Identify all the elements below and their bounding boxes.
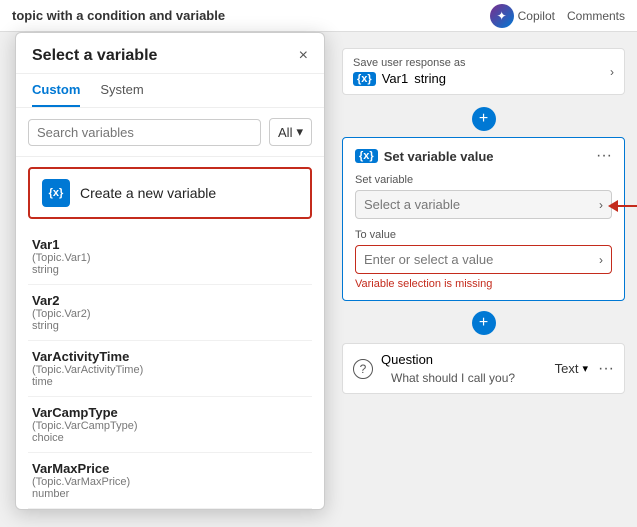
panel-tabs: Custom System (16, 74, 324, 108)
error-message: Variable selection is missing (355, 278, 612, 290)
create-variable-icon: {x} (42, 179, 70, 207)
var-topic: (Topic.Var1) (32, 252, 308, 264)
enter-value-placeholder: Enter or select a value (364, 252, 493, 267)
var-name: VarMaxPrice (32, 461, 308, 476)
page-title: topic with a condition and variable (12, 8, 225, 23)
copilot-label: Copilot (518, 9, 555, 23)
add-connector-button-2[interactable]: + (472, 311, 496, 335)
tab-custom[interactable]: Custom (32, 74, 80, 107)
set-var-badge: {x} (355, 149, 378, 163)
add-connector-button[interactable]: + (472, 107, 496, 131)
panel-search-row: All ▾ (16, 108, 324, 157)
question-icon: ? (353, 359, 373, 379)
var-name: VarCampType (32, 405, 308, 420)
save-response-card[interactable]: Save user response as {x} Var1 string › (342, 48, 625, 95)
card-menu-button[interactable]: ··· (596, 148, 612, 164)
var-type: string (32, 320, 308, 332)
question-content: Question What should I call you? (381, 352, 515, 385)
copilot-icon: ✦ (490, 4, 514, 28)
variable-list: Var1 (Topic.Var1) string Var2 (Topic.Var… (16, 229, 324, 509)
var-topic: (Topic.VarCampType) (32, 420, 308, 432)
var-type: choice (32, 432, 308, 444)
search-input[interactable] (28, 119, 261, 146)
chevron-right-icon: › (610, 65, 614, 79)
set-variable-card: {x} Set variable value ··· Set variable … (342, 137, 625, 301)
list-item[interactable]: VarActivityTime (Topic.VarActivityTime) … (28, 341, 312, 397)
var-topic: (Topic.Var2) (32, 308, 308, 320)
create-new-variable-label: Create a new variable (80, 185, 216, 201)
question-menu-button[interactable]: ··· (598, 361, 614, 377)
var-type: string (32, 264, 308, 276)
select-variable-field[interactable]: Select a variable › (355, 190, 612, 219)
list-item[interactable]: VarMaxPrice (Topic.VarMaxPrice) number (28, 453, 312, 509)
select-variable-panel: Select a variable × Custom System All ▾ … (15, 32, 325, 510)
question-type: Text (555, 361, 579, 376)
var-badge: {x} (353, 72, 376, 86)
question-card[interactable]: ? Question What should I call you? Text … (342, 343, 625, 394)
panel-header: Select a variable × (16, 33, 324, 74)
tab-system[interactable]: System (100, 74, 143, 107)
question-left: ? Question What should I call you? (353, 352, 515, 385)
var1-name: Var1 (382, 71, 409, 86)
enter-value-field[interactable]: Enter or select a value › (355, 245, 612, 274)
top-bar-actions: ✦ Copilot Comments (490, 4, 625, 28)
filter-dropdown[interactable]: All ▾ (269, 118, 312, 146)
create-new-variable-button[interactable]: {x} Create a new variable (28, 167, 312, 219)
set-variable-card-title: {x} Set variable value (355, 149, 494, 164)
list-item[interactable]: Var1 (Topic.Var1) string (28, 229, 312, 285)
var-name: Var1 (32, 237, 308, 252)
right-panel: Save user response as {x} Var1 string › … (330, 32, 637, 527)
set-variable-card-header: {x} Set variable value ··· (355, 148, 612, 164)
var-name: Var2 (32, 293, 308, 308)
var-name: VarActivityTime (32, 349, 308, 364)
top-bar: topic with a condition and variable ✦ Co… (0, 0, 637, 32)
select-variable-placeholder: Select a variable (364, 197, 460, 212)
var-type: number (32, 488, 308, 500)
filter-chevron-icon: ▾ (296, 124, 303, 140)
question-right: Text ▾ ··· (555, 361, 614, 377)
red-arrow-indicator (608, 192, 637, 220)
var-type: time (32, 376, 308, 388)
copilot-button[interactable]: ✦ Copilot (490, 4, 555, 28)
list-item[interactable]: Var2 (Topic.Var2) string (28, 285, 312, 341)
question-type-chevron: ▾ (582, 362, 588, 375)
var-topic: (Topic.VarActivityTime) (32, 364, 308, 376)
var1-type: string (414, 71, 446, 86)
var-topic: (Topic.VarMaxPrice) (32, 476, 308, 488)
to-value-label: To value (355, 229, 612, 241)
save-response-label: Save user response as (353, 57, 466, 69)
filter-label: All (278, 125, 292, 140)
enter-value-chevron: › (599, 253, 603, 267)
select-variable-chevron: › (599, 198, 603, 212)
question-text: What should I call you? (381, 371, 515, 385)
set-variable-title: Set variable value (384, 149, 494, 164)
panel-title: Select a variable (32, 47, 157, 65)
list-item[interactable]: VarCampType (Topic.VarCampType) choice (28, 397, 312, 453)
panel-close-button[interactable]: × (299, 47, 308, 65)
comments-label: Comments (567, 9, 625, 23)
comments-button[interactable]: Comments (567, 9, 625, 23)
question-label: Question (381, 352, 433, 367)
save-response-content: Save user response as {x} Var1 string (353, 57, 466, 86)
set-variable-section-label: Set variable (355, 174, 612, 186)
save-response-value: {x} Var1 string (353, 71, 466, 86)
